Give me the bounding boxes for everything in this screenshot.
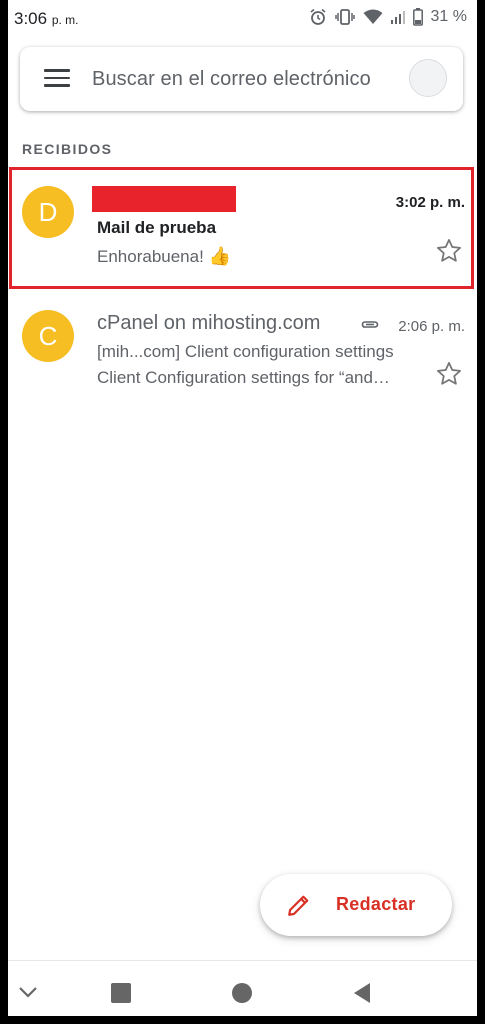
email-row[interactable]: C cPanel on mihosting.com 2:06 p. m. [mi… [8, 298, 477, 408]
search-bar[interactable]: Buscar en el correo electrónico [20, 47, 463, 111]
status-clock-suffix: p. m. [51, 13, 79, 27]
navigation-bar [8, 960, 477, 1016]
star-icon[interactable] [435, 360, 463, 388]
status-bar: 3:06 p. m. 31 % [8, 0, 477, 38]
hamburger-menu-icon[interactable] [44, 69, 70, 89]
email-sender: cPanel on mihosting.com [97, 312, 321, 334]
recents-button[interactable] [111, 983, 131, 1003]
email-subject: Mail de prueba [97, 218, 217, 237]
compose-button[interactable]: Redactar [260, 874, 452, 936]
signal-icon [390, 11, 405, 24]
chevron-down-icon[interactable] [18, 985, 38, 999]
email-snippet: Client Configuration settings for “and… [97, 368, 390, 387]
attachment-icon [361, 321, 379, 328]
gmail-screen: 3:06 p. m. 31 % Buscar en el correo elec… [8, 0, 477, 1016]
wifi-icon [363, 9, 383, 24]
email-time: 3:02 p. m. [395, 194, 465, 211]
thumbs-up-emoji: 👍 [208, 246, 231, 266]
email-snippet: Enhorabuena! 👍 [97, 246, 231, 267]
email-snippet-text: Enhorabuena! [97, 247, 209, 266]
alarm-icon [310, 8, 326, 25]
status-time: 3:06 p. m. [14, 9, 79, 29]
account-avatar[interactable] [409, 59, 447, 97]
email-row[interactable]: D 3:02 p. m. Mail de prueba Enhorabuena!… [8, 166, 477, 292]
status-clock: 3:06 [14, 9, 48, 28]
email-time: 2:06 p. m. [398, 318, 465, 335]
highlight-box [9, 167, 474, 289]
section-label-inbox: RECIBIDOS [22, 141, 113, 157]
compose-label: Redactar [336, 894, 416, 914]
redacted-sender [92, 186, 236, 212]
battery-icon [412, 8, 423, 26]
pencil-icon [288, 895, 309, 916]
sender-avatar[interactable]: C [22, 310, 74, 362]
email-subject: [mih...com] Client configuration setting… [97, 342, 394, 361]
home-button[interactable] [232, 983, 252, 1003]
back-icon[interactable] [352, 982, 372, 1004]
battery-level: 31 % [430, 8, 467, 25]
star-icon[interactable] [435, 237, 463, 265]
vibrate-icon [334, 9, 355, 25]
search-input[interactable]: Buscar en el correo electrónico [92, 68, 371, 91]
sender-avatar[interactable]: D [22, 186, 74, 238]
status-icons: 31 % [309, 8, 467, 26]
